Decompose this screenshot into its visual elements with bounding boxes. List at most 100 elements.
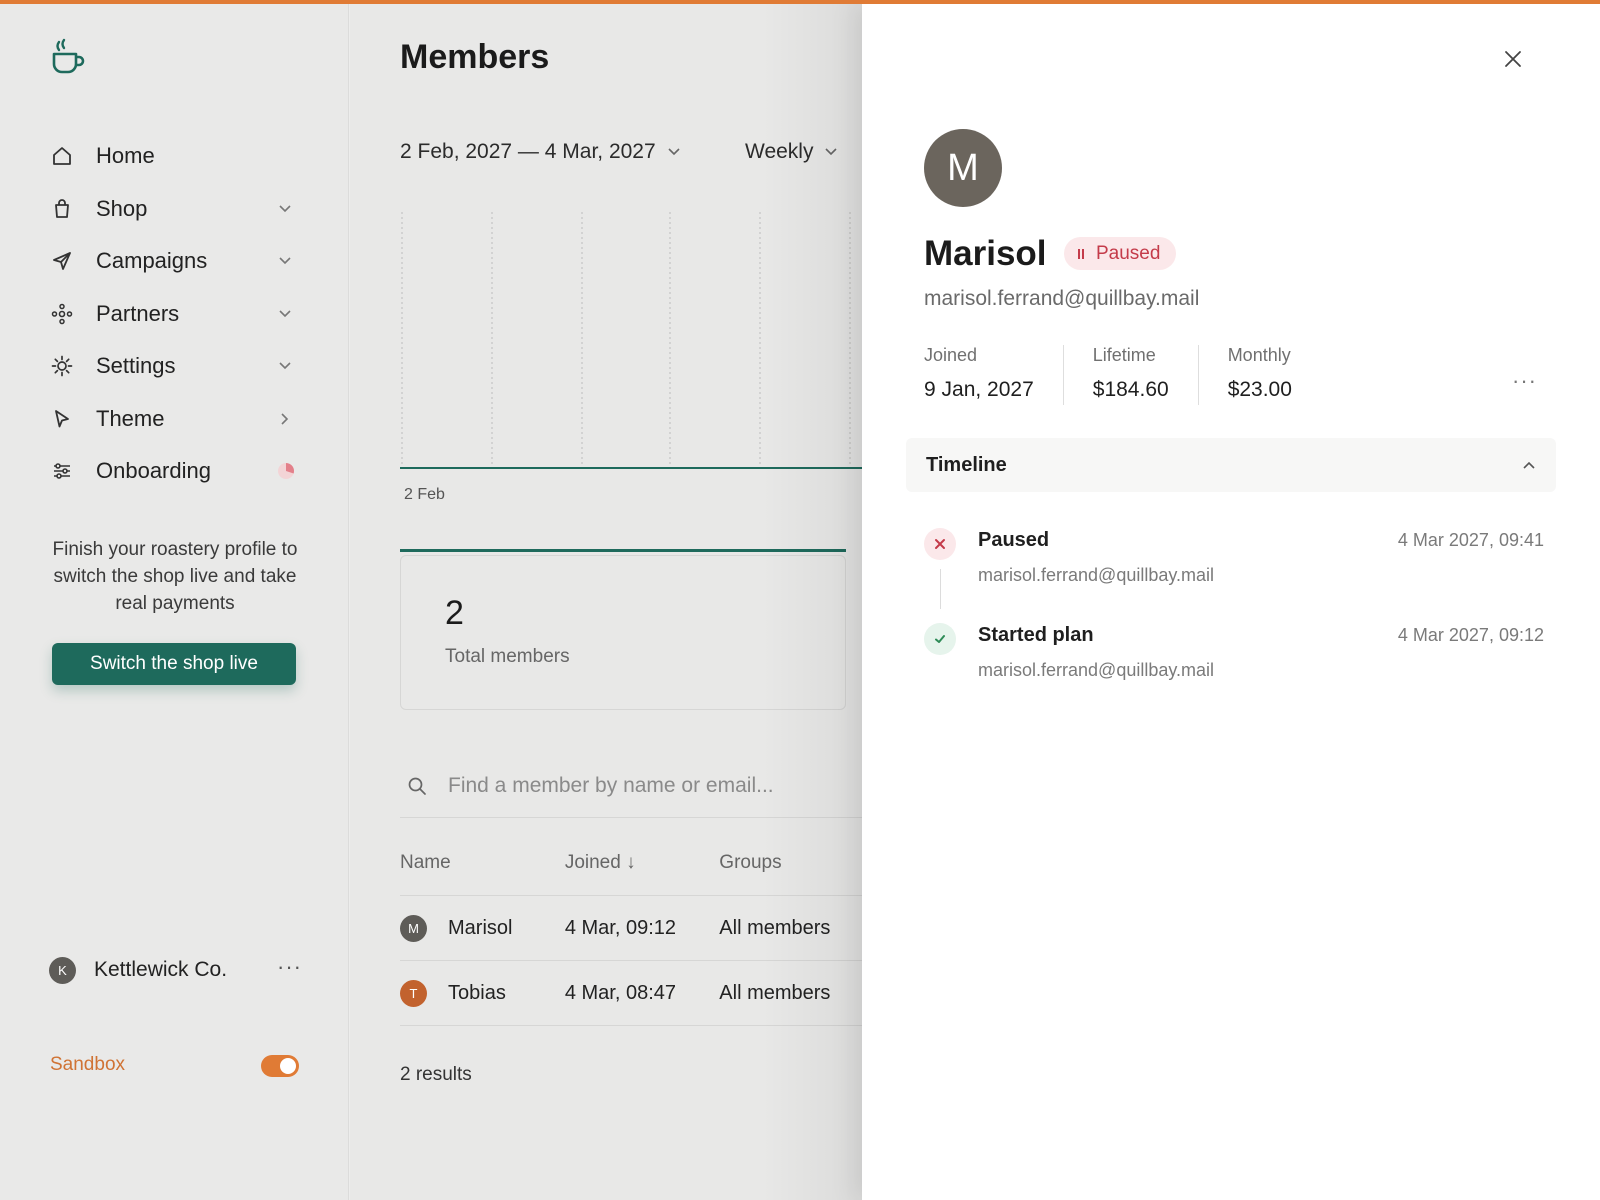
account-name: Kettlewick Co.	[94, 958, 228, 981]
chevron-down-icon[interactable]	[278, 307, 292, 321]
stat-joined: Joined 9 Jan, 2027	[924, 345, 1064, 405]
results-count: 2 results	[400, 1064, 472, 1085]
members-table: Name Joined ↓ Groups M Marisol 4 Mar, 09…	[400, 830, 862, 1026]
gear-icon	[50, 354, 74, 378]
timeline-title: Timeline	[926, 453, 1007, 476]
coffee-cup-icon[interactable]	[50, 36, 86, 76]
top-accent-bar	[0, 0, 1600, 4]
column-header-name[interactable]: Name	[400, 852, 565, 874]
sidebar-item-onboarding[interactable]: Onboarding	[50, 445, 302, 498]
search-icon	[406, 775, 428, 797]
sidebar-item-home[interactable]: Home	[50, 130, 302, 183]
joined-cell: 4 Mar, 08:47	[564, 981, 677, 1004]
active-stat-indicator	[400, 549, 846, 552]
members-page: Members 2 Feb, 2027 — 4 Mar, 2027 Weekly…	[350, 4, 862, 1200]
member-email: marisol.ferrand@quillbay.mail	[924, 287, 1200, 310]
x-icon	[924, 528, 956, 560]
table-row[interactable]: M Marisol 4 Mar, 09:12 All members	[400, 896, 862, 961]
pause-icon	[1078, 248, 1084, 259]
members-chart	[400, 212, 862, 469]
paper-plane-icon	[50, 249, 74, 273]
date-range-label: 2 Feb, 2027 — 4 Mar, 2027	[400, 140, 656, 163]
stat-title: Lifetime	[1092, 345, 1156, 365]
member-name-heading: Marisol	[924, 234, 1047, 273]
event-actor: marisol.ferrand@quillbay.mail	[978, 565, 1215, 585]
sandbox-toggle[interactable]	[261, 1055, 299, 1077]
shopping-bag-icon	[50, 197, 74, 221]
event-title: Paused	[978, 529, 1050, 551]
member-detail-drawer: M Marisol Paused marisol.ferrand@quillba…	[862, 4, 1600, 1200]
sidebar-item-campaigns[interactable]: Campaigns	[50, 235, 302, 288]
total-members-card[interactable]: 2 Total members	[400, 555, 846, 710]
stat-value: 2	[445, 594, 464, 632]
check-icon	[924, 623, 956, 655]
progress-icon	[276, 461, 296, 481]
event-title: Started plan	[978, 624, 1094, 646]
joined-cell: 4 Mar, 09:12	[564, 916, 677, 939]
cursor-icon	[50, 407, 74, 431]
sliders-icon	[50, 459, 74, 483]
page-title: Members	[400, 38, 550, 76]
sidebar: Home Shop Campaigns Partners Settings Th…	[0, 4, 349, 1200]
switch-live-button[interactable]: Switch the shop live	[52, 643, 296, 685]
table-header: Name Joined ↓ Groups	[400, 830, 862, 896]
groups-cell: All members	[719, 916, 831, 939]
avatar: T	[400, 979, 427, 1007]
more-icon[interactable]: ···	[277, 956, 302, 978]
sidebar-item-shop[interactable]: Shop	[50, 183, 302, 236]
avatar: M	[924, 129, 1002, 207]
more-actions-icon[interactable]: ···	[1512, 368, 1537, 394]
column-header-joined[interactable]: Joined ↓	[565, 852, 719, 874]
sidebar-item-label: Campaigns	[96, 248, 208, 274]
member-name-cell: M Marisol	[400, 914, 565, 942]
avatar: K	[49, 956, 76, 984]
frequency-label: Weekly	[745, 140, 814, 163]
close-icon[interactable]	[1500, 46, 1526, 72]
sidebar-item-theme[interactable]: Theme	[50, 393, 302, 446]
stat-value: $23.00	[1227, 378, 1292, 401]
sidebar-item-label: Partners	[96, 300, 180, 326]
toggle-knob	[280, 1058, 296, 1074]
member-name: Tobias	[448, 981, 506, 1004]
sidebar-item-label: Onboarding	[96, 458, 211, 484]
chevron-down-icon[interactable]	[278, 202, 292, 216]
sidebar-nav: Home Shop Campaigns Partners Settings Th…	[50, 130, 302, 498]
chevron-down-icon[interactable]	[278, 254, 292, 268]
sandbox-label: Sandbox	[50, 1054, 126, 1075]
member-search	[400, 768, 862, 818]
stat-label: Total members	[445, 646, 570, 667]
home-icon	[50, 144, 74, 168]
chevron-down-icon	[825, 146, 838, 158]
sidebar-item-label: Shop	[96, 195, 148, 221]
stat-title: Monthly	[1227, 345, 1291, 365]
member-stats: Joined 9 Jan, 2027 Lifetime $184.60 Mont…	[924, 345, 1350, 405]
chevron-down-icon	[668, 146, 680, 158]
event-actor: marisol.ferrand@quillbay.mail	[978, 660, 1215, 680]
sidebar-item-label: Settings	[96, 353, 176, 379]
promo-text: Finish your roastery profile to switch t…	[52, 539, 298, 614]
sidebar-item-partners[interactable]: Partners	[50, 288, 302, 341]
search-input[interactable]	[448, 773, 862, 798]
stat-lifetime: Lifetime $184.60	[1093, 345, 1199, 405]
status-badge: Paused	[1064, 237, 1177, 270]
event-time: 4 Mar 2027, 09:41	[1397, 530, 1544, 550]
chevron-right-icon[interactable]	[278, 412, 292, 426]
stat-monthly: Monthly $23.00	[1228, 345, 1321, 405]
sidebar-item-label: Home	[96, 143, 155, 169]
sidebar-item-settings[interactable]: Settings	[50, 340, 302, 393]
member-name: Marisol	[448, 916, 513, 939]
column-header-groups[interactable]: Groups	[719, 852, 862, 874]
date-range-picker[interactable]: 2 Feb, 2027 — 4 Mar, 2027	[400, 140, 680, 164]
status-label: Paused	[1096, 242, 1161, 264]
timeline-header[interactable]: Timeline	[906, 438, 1556, 492]
chevron-down-icon[interactable]	[278, 359, 292, 373]
stat-value: 9 Jan, 2027	[924, 378, 1034, 401]
member-name-cell: T Tobias	[400, 979, 565, 1007]
stat-value: $184.60	[1092, 378, 1169, 401]
timeline-connector	[940, 569, 941, 609]
account-switcher[interactable]: K Kettlewick Co. ···	[49, 955, 304, 985]
frequency-select[interactable]: Weekly	[745, 140, 838, 164]
sidebar-item-label: Theme	[96, 405, 165, 431]
table-row[interactable]: T Tobias 4 Mar, 08:47 All members	[400, 961, 862, 1026]
groups-cell: All members	[719, 981, 831, 1004]
